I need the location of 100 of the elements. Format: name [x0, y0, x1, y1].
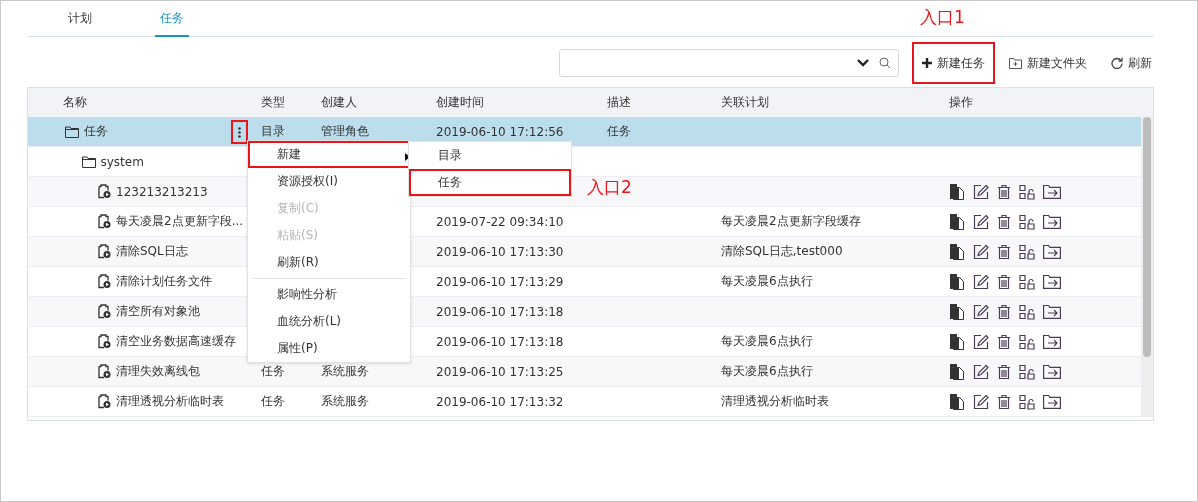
copy-icon[interactable]	[949, 333, 965, 350]
folder-plus-icon	[1009, 57, 1022, 69]
item-name: 123213213213	[116, 184, 208, 199]
folder-arrow-icon[interactable]	[1043, 334, 1061, 349]
folder-arrow-icon[interactable]	[1043, 364, 1061, 379]
item-name: 清除SQL日志	[116, 243, 188, 260]
table-cell: 2019-06-10 17:13:29	[436, 274, 564, 289]
task-icon	[98, 274, 111, 289]
trash-icon[interactable]	[997, 393, 1011, 410]
trash-icon[interactable]	[997, 213, 1011, 230]
menu-item[interactable]: 资源授权(I)	[248, 168, 410, 195]
lock-grid-icon[interactable]	[1019, 393, 1035, 410]
copy-icon[interactable]	[949, 303, 965, 320]
table-cell: 2019-06-10 17:13:18	[436, 304, 564, 319]
item-name: 清空所有对象池	[116, 303, 200, 320]
task-icon	[98, 364, 111, 379]
search-field[interactable]	[559, 49, 899, 77]
table-cell: 目录	[261, 124, 285, 138]
trash-icon[interactable]	[997, 183, 1011, 200]
edit-icon[interactable]	[973, 183, 989, 200]
toolbar-button[interactable]: 刷新	[1101, 42, 1154, 84]
copy-icon[interactable]	[949, 363, 965, 380]
column-header: 创建人	[320, 94, 358, 111]
table-cell: 2019-06-10 17:13:25	[436, 364, 564, 379]
folder-arrow-icon[interactable]	[1043, 244, 1061, 259]
edit-icon[interactable]	[973, 333, 989, 350]
copy-icon[interactable]	[949, 273, 965, 290]
menu-item[interactable]: 属性(P)	[248, 335, 410, 362]
menu-item[interactable]: 任务	[409, 169, 571, 196]
menu-item[interactable]: 目录	[409, 142, 571, 169]
menu-item[interactable]: 血统分析(L)	[248, 308, 410, 335]
trash-icon[interactable]	[997, 243, 1011, 260]
edit-icon[interactable]	[973, 393, 989, 410]
edit-icon[interactable]	[973, 213, 989, 230]
toolbar-button[interactable]: 新建任务	[912, 42, 995, 84]
copy-icon[interactable]	[949, 213, 965, 230]
trash-icon[interactable]	[997, 363, 1011, 380]
item-name: 清空业务数据高速缓存	[116, 333, 236, 350]
lock-grid-icon[interactable]	[1019, 273, 1035, 290]
item-name: 每天凌晨2点更新字段...	[116, 213, 244, 230]
scrollbar[interactable]	[1141, 117, 1153, 417]
trash-icon[interactable]	[997, 273, 1011, 290]
folder-arrow-icon[interactable]	[1043, 304, 1061, 319]
table-cell: 清理透视分析临时表	[721, 394, 829, 408]
menu-item[interactable]: 影响性分析	[248, 281, 410, 308]
menu-item[interactable]: 新建	[248, 141, 410, 168]
column-header: 类型	[260, 94, 286, 111]
folder-icon	[65, 125, 79, 138]
table-cell: 每天凌晨6点执行	[721, 334, 813, 348]
copy-icon[interactable]	[949, 183, 965, 200]
menu-item[interactable]: 刷新(R)	[248, 249, 410, 276]
edit-icon[interactable]	[973, 363, 989, 380]
tab[interactable]: 计划	[47, 10, 113, 37]
item-name: 清理失效离线包	[116, 363, 200, 380]
folder-arrow-icon[interactable]	[1043, 214, 1061, 229]
callout-label: 入口1	[920, 6, 965, 29]
search-icon[interactable]	[879, 57, 891, 69]
table-cell: 2019-06-10 17:13:18	[436, 334, 564, 349]
kebab-icon	[238, 126, 241, 138]
lock-grid-icon[interactable]	[1019, 243, 1035, 260]
edit-icon[interactable]	[973, 243, 989, 260]
column-header: 操作	[948, 94, 974, 111]
lock-grid-icon[interactable]	[1019, 213, 1035, 230]
task-icon	[98, 394, 111, 409]
task-icon	[98, 214, 111, 229]
trash-icon[interactable]	[997, 333, 1011, 350]
lock-grid-icon[interactable]	[1019, 333, 1035, 350]
tab[interactable]: 任务	[155, 10, 189, 37]
table-cell: 系统服务	[321, 364, 369, 378]
table-cell: 每天凌晨6点执行	[721, 274, 813, 288]
table-cell: 2019-06-10 17:13:30	[436, 244, 564, 259]
column-header: 描述	[606, 94, 632, 111]
edit-icon[interactable]	[973, 303, 989, 320]
more-button[interactable]	[231, 120, 248, 144]
toolbar-button[interactable]: 新建文件夹	[999, 42, 1097, 84]
table-cell: 任务	[261, 364, 285, 378]
item-name: 任务	[84, 123, 108, 140]
task-icon	[98, 334, 111, 349]
table-cell: 2019-06-10 17:12:56	[436, 124, 564, 139]
trash-icon[interactable]	[997, 303, 1011, 320]
task-icon	[98, 304, 111, 319]
lock-grid-icon[interactable]	[1019, 363, 1035, 380]
plus-icon	[922, 58, 932, 68]
folder-icon	[81, 155, 96, 168]
lock-grid-icon[interactable]	[1019, 183, 1035, 200]
folder-arrow-icon[interactable]	[1043, 394, 1061, 409]
copy-icon[interactable]	[949, 393, 965, 410]
lock-grid-icon[interactable]	[1019, 303, 1035, 320]
column-header: 名称	[62, 94, 88, 111]
folder-arrow-icon[interactable]	[1043, 184, 1061, 199]
table-cell: 2019-06-10 17:13:32	[436, 394, 564, 409]
item-name: 清理透视分析临时表	[116, 393, 224, 410]
table-cell: 2019-07-22 09:34:10	[436, 214, 564, 229]
copy-icon[interactable]	[949, 243, 965, 260]
table-cell: 任务	[607, 124, 631, 138]
table-cell: 系统服务	[321, 394, 369, 408]
item-name: system	[100, 154, 144, 169]
chevron-down-icon[interactable]	[857, 59, 869, 67]
edit-icon[interactable]	[973, 273, 989, 290]
folder-arrow-icon[interactable]	[1043, 274, 1061, 289]
